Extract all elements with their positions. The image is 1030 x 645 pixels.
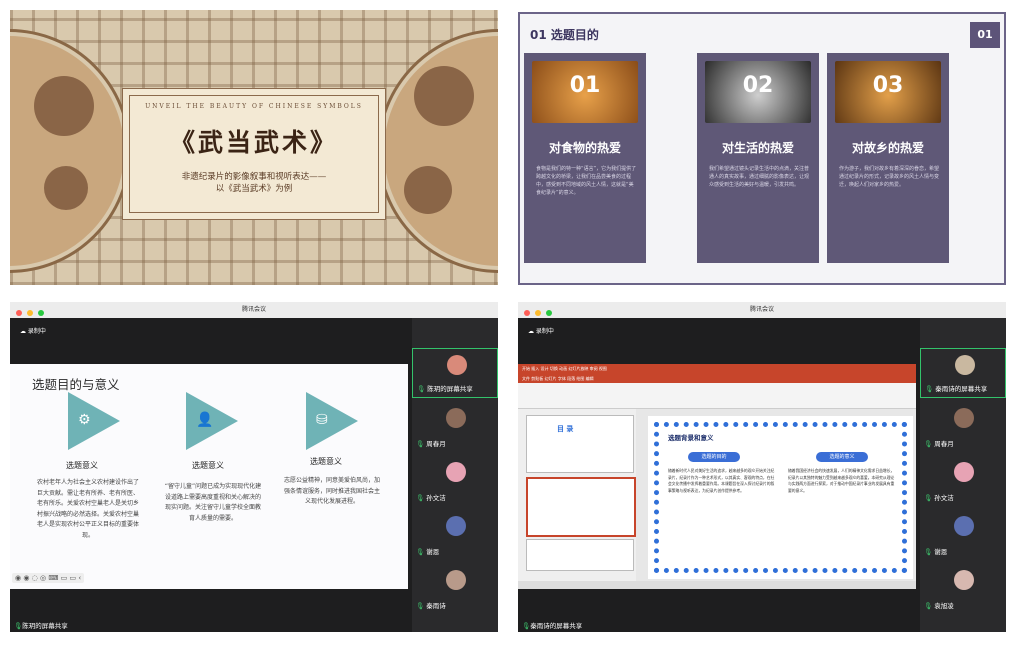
purpose-column: 01 对食物的热爱 食物是我们的特一种“语言”，它为我们提供了跨越文化的桥梁，让… <box>524 53 646 263</box>
minimize-button[interactable] <box>534 310 541 316</box>
recording-indicator[interactable]: ☁ 录制中 <box>20 326 46 335</box>
powerpoint-window: 开始 插入 设计 切换 动画 幻灯片放映 审阅 视图 文件 剪贴板 幻灯片 字体… <box>518 364 916 589</box>
meeting-window-qin: 腾讯会议 ☁ 录制中 开始 插入 设计 切换 动画 幻灯片放映 审阅 视图 文件… <box>518 302 1006 632</box>
recording-label: 录制中 <box>535 328 554 335</box>
avatar <box>446 408 466 428</box>
recording-indicator[interactable]: ☁ 录制中 <box>528 326 554 335</box>
column-title: 对故乡的热爱 <box>851 141 924 155</box>
card-text: 志愿公益精神，同意美爱伯风尚，加强条情谊服务，同时推进我国社会主义现代化发展进程… <box>283 477 380 505</box>
app-title: 腾讯会议 <box>749 306 774 313</box>
flower-ornament <box>414 66 474 126</box>
slide-thumbnail[interactable] <box>526 539 634 571</box>
flower-ornament <box>404 166 452 214</box>
maximize-button[interactable] <box>545 310 552 316</box>
column-description: 我们希望通过镜头记录生活中的点滴，关注普通人的真实故事，通过细腻的影像表达，让观… <box>709 166 810 188</box>
section-pill: 选题的意义 <box>816 452 868 462</box>
participant-tile[interactable]: 🎙 谢恩 <box>412 510 498 560</box>
paragraph: 随着新时代人民对美好生活的追求，越来越多的观众开始关注纪录片，纪录片作为一种艺术… <box>668 468 775 493</box>
screen-share-label: 🎙陈玥的屏幕共享 <box>14 622 68 630</box>
slide-editor[interactable]: 选题背景和意义 选题的目的 选题的意义 随着新时代人民对美好生活的追求，越来越多… <box>648 416 913 579</box>
cloud-icon: ☁ <box>20 328 26 335</box>
page-number-badge: 01 <box>970 22 1000 48</box>
card-title: 选题意义 <box>310 457 342 466</box>
column-number: 03 <box>872 73 904 98</box>
card-text: 农村老年人为社会主义农村建设作出了巨大贡献。需让老有所养、老有所医、老有所乐。关… <box>36 479 139 539</box>
purpose-slide: 01 选题目的 01 01 对食物的热爱 食物是我们的特一种“语言”，它为我们提… <box>518 12 1006 285</box>
cloud-icon: ☁ <box>528 328 534 335</box>
column-number: 02 <box>742 73 774 98</box>
window-titlebar: 腾讯会议 <box>10 302 498 318</box>
column-title: 对食物的热爱 <box>548 141 621 155</box>
coins-icon: ⛁ <box>306 392 358 450</box>
avatar <box>955 355 975 375</box>
avatar <box>446 516 466 536</box>
shared-slide: 选题目的与意义 ⚙ 选题意义 农村老年人为社会主义农村建设作出了巨大贡献。需让老… <box>10 364 408 589</box>
participant-tile[interactable]: 🎙 秦雨诗 <box>412 564 498 614</box>
slide-subtitle: 非遗纪录片的影像叙事和视听表达—— 以《武当武术》为例 <box>123 171 385 195</box>
slide-title: 选题背景和意义 <box>668 434 714 442</box>
screen-share-label: 🎙秦雨诗的屏幕共享 <box>522 622 583 630</box>
ribbon-groups[interactable]: 文件 剪贴板 幻灯片 字体 段落 绘图 编辑 <box>518 374 916 383</box>
avatar <box>446 462 466 482</box>
purpose-column: 03 对故乡的热爱 作为游子，我们对故乡有着深深的眷恋，希望通过纪录片的形式，记… <box>827 53 949 263</box>
slide-thumbnail-selected[interactable] <box>526 477 636 537</box>
slide-heading: 01 选题目的 <box>530 28 599 42</box>
slide-thumbnail[interactable]: 目 录 <box>526 415 634 473</box>
avatar <box>954 408 974 428</box>
purpose-column: 02 对生活的热爱 我们希望通过镜头记录生活中的点滴，关注普通人的真实故事，通过… <box>697 53 819 263</box>
title-card: UNVEIL THE BEAUTY OF CHINESE SYMBOLS 《武当… <box>122 88 386 220</box>
column-description: 作为游子，我们对故乡有着深深的眷恋，希望通过纪录片的形式，记录故乡的风土人情与变… <box>839 166 940 188</box>
participant-sidebar: 🎙 秦雨诗的屏幕共享 🎙 周春月 🎙 孙文洁 🎙 谢恩 🎙 袁旭凌 <box>920 318 1006 632</box>
participant-tile[interactable]: 🎙 孙文洁 <box>920 456 1006 506</box>
avatar <box>954 516 974 536</box>
subtitle-line: 非遗纪录片的影像叙事和视听表达—— <box>181 172 327 182</box>
title-slide: UNVEIL THE BEAUTY OF CHINESE SYMBOLS 《武当… <box>10 10 498 285</box>
card-title: 选题意义 <box>192 461 224 470</box>
ribbon-tabs[interactable]: 开始 插入 设计 切换 动画 幻灯片放映 审阅 视图 <box>518 364 916 374</box>
meeting-window-chen: 腾讯会议 ☁ 录制中 选题目的与意义 ⚙ 选题意义 农村老年人为社会主义农村建设… <box>10 302 498 632</box>
participant-tile[interactable]: 🎙 袁旭凌 <box>920 564 1006 614</box>
avatar <box>446 570 466 590</box>
participant-sidebar: 🎙 陈玥的屏幕共享 🎙 周春月 🎙 孙文洁 🎙 谢恩 🎙 秦雨诗 <box>412 318 498 632</box>
avatar <box>447 355 467 375</box>
paragraph: 随着我国经济社会的快速发展，人们的精神文化需求日益增长，纪录片以其独特的魅力受到… <box>788 468 895 493</box>
flower-ornament <box>34 76 94 136</box>
participant-tile[interactable]: 🎙 孙文洁 <box>412 456 498 506</box>
column-number: 01 <box>569 73 601 98</box>
participant-tile[interactable]: 🎙 谢恩 <box>920 510 1006 560</box>
recording-label: 录制中 <box>27 328 46 335</box>
column-title: 对生活的热爱 <box>721 141 794 155</box>
slide-thumbnails[interactable]: 目 录 <box>518 409 636 581</box>
avatar <box>954 570 974 590</box>
minimize-button[interactable] <box>26 310 33 316</box>
subtitle-line: 以《武当武术》为例 <box>215 184 293 194</box>
status-bar <box>518 581 916 589</box>
flower-ornament <box>44 166 88 210</box>
ribbon-toolbar[interactable] <box>518 383 916 409</box>
window-titlebar: 腾讯会议 <box>518 302 1006 318</box>
participant-tile[interactable]: 🎙 周春月 <box>920 402 1006 452</box>
section-pill: 选题的目的 <box>688 452 740 462</box>
avatar <box>954 462 974 482</box>
toc-title: 目 录 <box>557 425 574 433</box>
participant-tile[interactable]: 🎙 秦雨诗的屏幕共享 <box>920 348 1006 398</box>
column-description: 食物是我们的特一种“语言”，它为我们提供了跨越文化的桥梁，让我们在品尝美食的过程… <box>536 166 637 196</box>
annotation-toolbar[interactable]: ◉ ◉ ◌ ◎ ⌨ ▭ ▭ ‹ <box>12 573 85 583</box>
participant-tile[interactable]: 🎙 陈玥的屏幕共享 <box>412 348 498 398</box>
slide-title: 《武当武术》 <box>169 128 338 157</box>
card-title: 选题意义 <box>66 461 98 470</box>
participant-tile[interactable]: 🎙 周春月 <box>412 402 498 452</box>
person-icon: 👤 <box>186 392 238 450</box>
slide-eyebrow: UNVEIL THE BEAUTY OF CHINESE SYMBOLS <box>145 103 363 110</box>
close-button[interactable] <box>524 310 530 316</box>
app-title: 腾讯会议 <box>241 306 266 313</box>
gear-icon: ⚙ <box>68 392 120 450</box>
close-button[interactable] <box>16 310 22 316</box>
slide-title: 选题目的与意义 <box>32 377 120 392</box>
maximize-button[interactable] <box>37 310 44 316</box>
card-text: “留守儿童”问题已成为实现现代化建设道路上需要高度重视和关心解决的现实问题。关注… <box>164 483 262 522</box>
